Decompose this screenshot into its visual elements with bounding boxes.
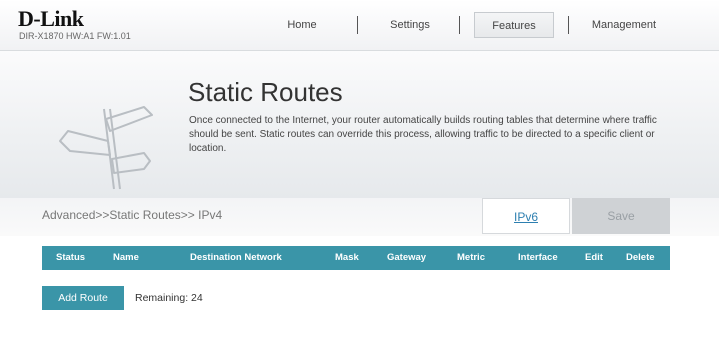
nav-management[interactable]: Management: [584, 12, 664, 38]
nav-home[interactable]: Home: [272, 12, 332, 38]
signpost-icon: [59, 106, 153, 190]
column-header-delete: Delete: [626, 252, 655, 263]
remaining-count: Remaining: 24: [135, 292, 203, 304]
save-button[interactable]: Save: [572, 198, 670, 234]
breadcrumb: Advanced>>Static Routes>> IPv4: [42, 208, 223, 222]
nav-separator: [459, 16, 460, 34]
nav-separator: [357, 16, 358, 34]
ipv6-tab-link[interactable]: IPv6: [482, 198, 570, 234]
hero-banner: Static Routes Once connected to the Inte…: [0, 51, 719, 198]
model-info: DIR-X1870 HW:A1 FW:1.01: [19, 31, 131, 41]
sub-toolbar: Advanced>>Static Routes>> IPv4 IPv6 Save: [0, 198, 719, 236]
page-description: Once connected to the Internet, your rou…: [189, 115, 657, 154]
column-header-gateway: Gateway: [387, 252, 427, 263]
column-header-mask: Mask: [335, 252, 359, 263]
nav-settings[interactable]: Settings: [378, 12, 442, 38]
column-header-destination-network: Destination Network: [190, 252, 282, 263]
routes-table-header: Status Name Destination Network Mask Gat…: [42, 246, 670, 270]
column-header-status: Status: [56, 252, 86, 263]
column-header-interface: Interface: [518, 252, 558, 263]
add-route-button[interactable]: Add Route: [42, 286, 124, 310]
column-header-edit: Edit: [585, 252, 603, 263]
nav-features[interactable]: Features: [474, 12, 554, 38]
column-header-name: Name: [113, 252, 139, 263]
top-header: D-Link DIR-X1870 HW:A1 FW:1.01 Home Sett…: [0, 0, 719, 51]
page-title: Static Routes: [188, 77, 343, 107]
nav-separator: [568, 16, 569, 34]
dlink-logo[interactable]: D-Link: [18, 8, 84, 30]
column-header-metric: Metric: [457, 252, 485, 263]
